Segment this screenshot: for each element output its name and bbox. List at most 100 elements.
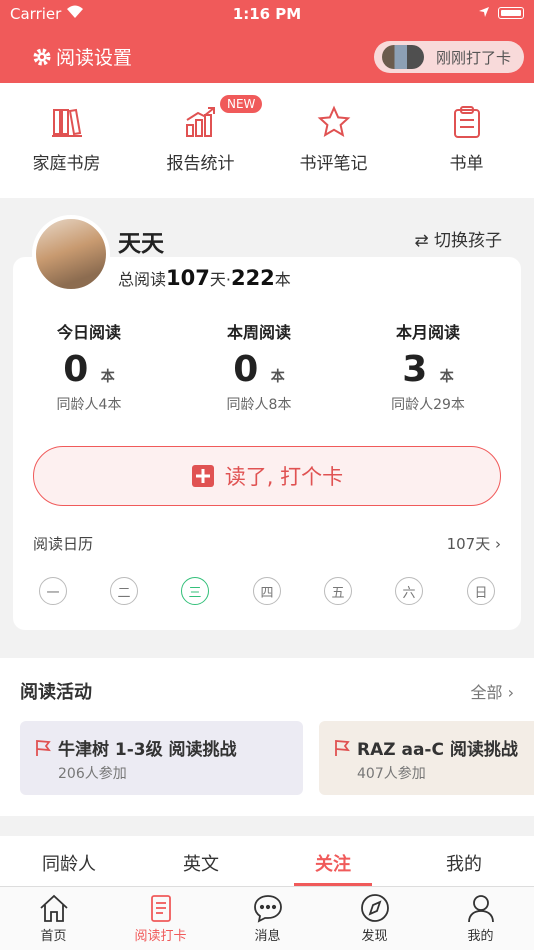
- total-days-unit: 天·: [209, 270, 231, 289]
- stat-value: 0 本: [179, 349, 339, 390]
- quick-label: 书单: [449, 154, 484, 174]
- nav-label: 发现: [361, 929, 388, 944]
- switch-child-button[interactable]: ⇄ 切换孩子: [414, 226, 502, 251]
- stats-card: 总阅读107天·222本 今日阅读 0 本 同龄人4本 本周阅读 0 本 同龄人…: [13, 257, 521, 630]
- stat-unit: 本: [100, 369, 115, 385]
- stat-peer: 同龄人4本: [56, 397, 122, 413]
- stat-value: 0 本: [9, 349, 169, 390]
- weekday-tue[interactable]: 二: [110, 577, 138, 605]
- nav-label: 首页: [40, 929, 67, 944]
- reading-settings-label: 阅读设置: [56, 47, 133, 69]
- quick-report-stats[interactable]: 报告统计: [134, 105, 267, 174]
- checkin-button[interactable]: 读了, 打个卡: [33, 446, 501, 506]
- notebook-icon: [150, 895, 171, 922]
- gear-icon: [33, 48, 51, 65]
- bottom-nav: 首页 阅读打卡 消息 发现 我的: [0, 886, 534, 950]
- nav-label: 我的: [467, 929, 494, 944]
- activity-participants: 206人参加: [58, 766, 127, 782]
- activity-title: RAZ aa-C 阅读挑战: [357, 740, 518, 760]
- activities-all-link[interactable]: 全部 ›: [470, 679, 514, 703]
- clipboard-icon: [453, 106, 480, 138]
- stat-value: 3 本: [348, 349, 508, 390]
- bar-chart-icon: [185, 107, 215, 137]
- calendar-days: 107天: [446, 535, 491, 553]
- nav-label: 消息: [254, 929, 281, 944]
- tab-following[interactable]: 关注: [268, 850, 398, 876]
- activity-participants: 407人参加: [357, 766, 426, 782]
- switch-child-label: 切换孩子: [434, 231, 502, 251]
- weekday-sun[interactable]: 日: [467, 577, 495, 605]
- activity-card[interactable]: 牛津树 1-3级 阅读挑战 206人参加: [20, 721, 303, 795]
- activity-title: 牛津树 1-3级 阅读挑战: [58, 740, 237, 760]
- new-badge: NEW: [220, 95, 263, 113]
- checkin-button-label: 读了, 打个卡: [224, 465, 344, 489]
- tab-english[interactable]: 英文: [136, 850, 266, 876]
- feed-tabs: 同龄人 英文 关注 我的: [0, 836, 534, 886]
- status-bar: Carrier 1:16 PM: [0, 0, 534, 28]
- stat-number: 0: [63, 349, 89, 390]
- app-header: Carrier 1:16 PM 阅读设置 刚刚打了卡: [0, 0, 534, 83]
- person-icon: [467, 895, 494, 923]
- stat-peer: 同龄人29本: [391, 397, 465, 413]
- stat-month: 本月阅读 3 本 同龄人29本: [348, 319, 508, 414]
- nav-home[interactable]: 首页: [0, 893, 107, 944]
- calendar-days-link[interactable]: 107天 ›: [447, 533, 501, 554]
- stat-label: 今日阅读: [56, 323, 121, 342]
- weekday-mon[interactable]: 一: [39, 577, 67, 605]
- quick-actions: 家庭书房 报告统计 NEW 书评笔记 书单: [0, 83, 534, 198]
- child-name: 天天: [118, 231, 164, 257]
- nav-messages[interactable]: 消息: [214, 893, 321, 944]
- activities-title: 阅读活动: [20, 682, 92, 703]
- weekday-sat[interactable]: 六: [395, 577, 423, 605]
- books-icon: [51, 108, 82, 137]
- stat-today: 今日阅读 0 本 同龄人4本: [9, 319, 169, 414]
- quick-label: 书评笔记: [299, 154, 368, 174]
- checkin-avatars: [382, 45, 424, 69]
- tab-peers[interactable]: 同龄人: [4, 850, 134, 876]
- tab-mine[interactable]: 我的: [399, 850, 529, 876]
- weekday-thu[interactable]: 四: [253, 577, 281, 605]
- stat-label: 本月阅读: [395, 323, 460, 342]
- chat-bubble-icon: [253, 895, 282, 923]
- stat-week: 本周阅读 0 本 同龄人8本: [179, 319, 339, 414]
- activities-all-label: 全部: [470, 683, 503, 702]
- quick-family-library[interactable]: 家庭书房: [0, 105, 133, 174]
- quick-book-reviews[interactable]: 书评笔记: [267, 105, 400, 174]
- total-books-unit: 本: [274, 270, 291, 289]
- flag-icon: [335, 739, 350, 756]
- chevron-right-icon: ›: [507, 683, 514, 702]
- stat-unit: 本: [439, 369, 454, 385]
- quick-label: 报告统计: [166, 154, 235, 174]
- stat-number: 0: [233, 349, 259, 390]
- compass-icon: [360, 894, 389, 922]
- flag-icon: [36, 739, 51, 756]
- reading-settings-button[interactable]: 阅读设置: [32, 43, 132, 70]
- recent-checkins-label: 刚刚打了卡: [436, 48, 512, 67]
- stat-unit: 本: [270, 369, 285, 385]
- chevron-right-icon: ›: [495, 535, 501, 553]
- nav-profile[interactable]: 我的: [427, 893, 534, 944]
- quick-label: 家庭书房: [32, 154, 101, 174]
- reading-activities: 阅读活动 全部 › 牛津树 1-3级 阅读挑战 206人参加 RAZ aa-C …: [0, 658, 534, 816]
- battery-icon: [498, 7, 524, 19]
- activity-title-row: 牛津树 1-3级 阅读挑战: [34, 735, 237, 760]
- total-reading: 总阅读107天·222本: [118, 266, 291, 290]
- stat-peer: 同龄人8本: [226, 397, 292, 413]
- recent-checkins-pill[interactable]: 刚刚打了卡: [374, 41, 524, 73]
- nav-reading-checkin[interactable]: 阅读打卡: [107, 893, 214, 944]
- total-days: 107: [166, 266, 210, 290]
- nav-discover[interactable]: 发现: [321, 893, 428, 944]
- quick-book-list[interactable]: 书单: [400, 105, 533, 174]
- stat-label: 本周阅读: [226, 323, 291, 342]
- location-icon: [479, 7, 489, 17]
- weekday-fri[interactable]: 五: [324, 577, 352, 605]
- activity-title-row: RAZ aa-C 阅读挑战: [333, 735, 518, 760]
- activity-card[interactable]: RAZ aa-C 阅读挑战 407人参加: [319, 721, 534, 795]
- swap-icon: ⇄: [414, 231, 429, 251]
- child-avatar[interactable]: [32, 215, 110, 293]
- reading-summary: 天天 ⇄ 切换孩子 总阅读107天·222本 今日阅读 0 本 同龄人4本 本周…: [0, 198, 534, 648]
- total-prefix: 总阅读: [118, 270, 167, 289]
- weekday-wed-today[interactable]: 三: [181, 577, 209, 605]
- star-icon: [317, 105, 350, 138]
- home-icon: [39, 894, 68, 922]
